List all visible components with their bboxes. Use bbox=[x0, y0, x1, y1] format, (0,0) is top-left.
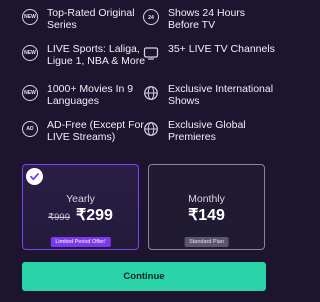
feature-label: 1000+ Movies In 9 Languages bbox=[47, 83, 134, 107]
feature-label: Top-Rated Original Series bbox=[47, 7, 135, 31]
plan-badge: Standard Plan bbox=[184, 237, 229, 247]
original-price: ₹999 bbox=[48, 212, 71, 223]
feature-item: NEW Top-Rated Original Series bbox=[22, 7, 155, 31]
new-badge-icon: NEW bbox=[22, 45, 38, 61]
feature-label: Exclusive International Shows bbox=[168, 83, 274, 107]
feature-item: NEW 1000+ Movies In 9 Languages bbox=[22, 83, 155, 107]
feature-item: Exclusive International Shows bbox=[143, 83, 276, 107]
ad-free-icon: AD bbox=[22, 121, 38, 137]
feature-label: AD-Free (Except For LIVE Streams) bbox=[47, 119, 144, 143]
globe-icon bbox=[143, 121, 159, 137]
new-badge-icon: NEW bbox=[22, 85, 38, 101]
continue-button[interactable]: Continue bbox=[22, 262, 266, 291]
price-row: ₹149 bbox=[149, 205, 264, 225]
feature-label: Shows 24 Hours Before TV bbox=[168, 7, 246, 31]
plan-name: Monthly bbox=[188, 193, 225, 205]
feature-label: LIVE Sports: Laliga, Ligue 1, NBA & More bbox=[47, 43, 146, 67]
plan-selector: Yearly ₹999 ₹299 Limited Period Offer! M… bbox=[22, 164, 266, 250]
feature-item: NEW LIVE Sports: Laliga, Ligue 1, NBA & … bbox=[22, 43, 155, 67]
offer-badge: Limited Period Offer! bbox=[50, 237, 111, 247]
price-row: ₹999 ₹299 bbox=[23, 205, 138, 225]
feature-label: Exclusive Global Premieres bbox=[168, 119, 246, 143]
checkmark-icon bbox=[26, 168, 43, 185]
svg-text:24: 24 bbox=[148, 15, 154, 21]
globe-icon bbox=[143, 85, 159, 101]
plan-card-yearly[interactable]: Yearly ₹999 ₹299 Limited Period Offer! bbox=[22, 164, 139, 250]
feature-label: 35+ LIVE TV Channels bbox=[168, 43, 275, 55]
tv-icon bbox=[143, 45, 159, 61]
new-badge-icon: NEW bbox=[22, 9, 38, 25]
clock-24-icon: 24 bbox=[143, 9, 159, 25]
feature-item: 35+ LIVE TV Channels bbox=[143, 43, 276, 61]
feature-item: Exclusive Global Premieres bbox=[143, 119, 276, 143]
plan-price: ₹149 bbox=[188, 207, 225, 224]
feature-item: 24 Shows 24 Hours Before TV bbox=[143, 7, 276, 31]
plan-name: Yearly bbox=[66, 193, 95, 205]
feature-item: AD AD-Free (Except For LIVE Streams) bbox=[22, 119, 155, 143]
plan-card-monthly[interactable]: Monthly ₹149 Standard Plan bbox=[148, 164, 265, 250]
plan-price: ₹299 bbox=[76, 207, 113, 224]
